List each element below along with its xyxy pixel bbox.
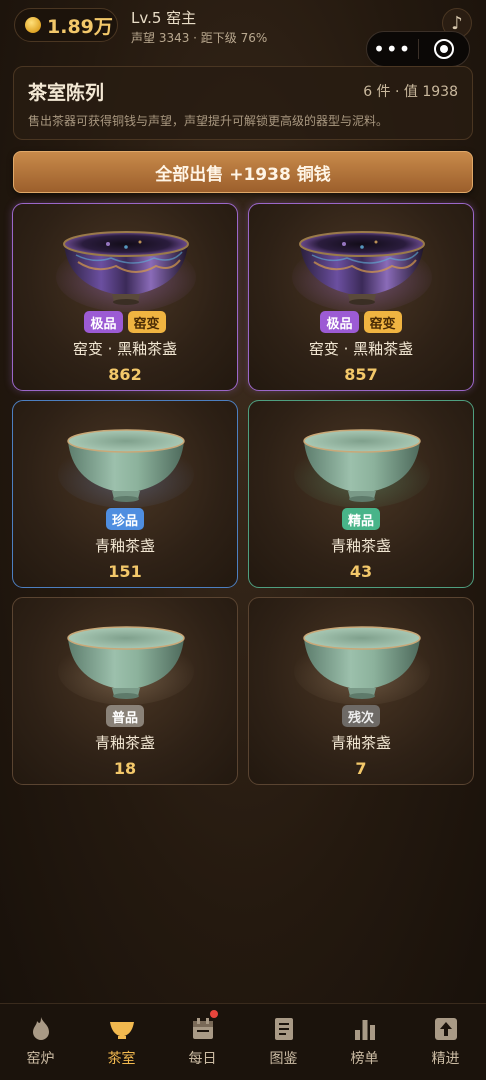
item-name: 青釉茶盏 xyxy=(330,537,391,555)
coin-icon xyxy=(25,17,41,33)
display-stats: 6 件 · 值 1938 xyxy=(363,84,458,100)
flame-icon xyxy=(28,1016,54,1042)
level-title: Lv.5 窑主 xyxy=(131,9,197,27)
bar-chart-icon xyxy=(352,1016,378,1042)
item-price: 7 xyxy=(355,759,367,778)
calendar-icon xyxy=(190,1016,216,1042)
item-price: 151 xyxy=(108,562,142,581)
bottom-nav: 窑炉 茶室 每日 图鉴 榜单 精进 xyxy=(0,1003,486,1080)
teahouse-info-card: 茶室陈列 6 件 · 值 1938 售出茶器可获得铜钱与声望，声望提升可解锁更高… xyxy=(13,66,473,140)
tea-bowl-image xyxy=(292,616,432,706)
close-target-icon xyxy=(433,39,454,59)
badge-row: 普品 xyxy=(13,705,237,727)
tea-bowl-image xyxy=(292,222,432,312)
nav-tab-3[interactable]: 图鉴 xyxy=(243,1004,324,1080)
item-price: 18 xyxy=(113,759,137,778)
nav-label: 榜单 xyxy=(350,1051,379,1067)
badge-row: 极品 窑变 xyxy=(249,311,473,333)
item-name: 青釉茶盏 xyxy=(330,734,391,752)
coin-amount: 1.89万 xyxy=(47,15,113,38)
kiln-change-badge: 窑变 xyxy=(127,311,166,333)
close-miniprogram-button[interactable] xyxy=(418,39,469,59)
tea-bowl-card[interactable]: 精品 青釉茶盏 43 xyxy=(248,400,474,588)
item-name: 窑变 · 黑釉茶盏 xyxy=(308,340,414,358)
nav-tab-5[interactable]: 精进 xyxy=(405,1004,486,1080)
upgrade-icon xyxy=(433,1016,459,1042)
book-icon xyxy=(271,1016,297,1042)
nav-label: 图鉴 xyxy=(269,1051,298,1067)
page-title: 茶室陈列 xyxy=(28,82,105,104)
sell-all-button[interactable]: 全部出售 +1938 铜钱 xyxy=(13,151,473,193)
item-name: 青釉茶盏 xyxy=(94,734,155,752)
quality-badge: 极品 xyxy=(84,311,123,333)
tea-bowl-card[interactable]: 残次 青釉茶盏 7 xyxy=(248,597,474,785)
top-bar: 1.89万 Lv.5 窑主 声望 3343 · 距下级 76% ♪ ••• xyxy=(0,0,486,67)
tea-bowl-image xyxy=(56,222,196,312)
quality-badge: 精品 xyxy=(341,508,380,530)
tea-bowl-card[interactable]: 普品 青釉茶盏 18 xyxy=(12,597,238,785)
item-price: 857 xyxy=(344,365,378,384)
nav-label: 每日 xyxy=(188,1051,217,1067)
tea-bowl-card[interactable]: 极品 窑变 窑变 · 黑釉茶盏 857 xyxy=(248,203,474,391)
badge-row: 精品 xyxy=(249,508,473,530)
reputation-progress: 声望 3343 · 距下级 76% xyxy=(131,31,268,45)
item-name: 窑变 · 黑釉茶盏 xyxy=(72,340,178,358)
item-price: 43 xyxy=(349,562,373,581)
coin-balance[interactable]: 1.89万 xyxy=(14,8,118,42)
miniprogram-capsule: ••• xyxy=(366,31,470,67)
badge-row: 极品 窑变 xyxy=(13,311,237,333)
nav-tab-1[interactable]: 茶室 xyxy=(81,1004,162,1080)
quality-badge: 珍品 xyxy=(105,508,144,530)
nav-tab-0[interactable]: 窑炉 xyxy=(0,1004,81,1080)
tea-bowl-image xyxy=(292,419,432,509)
nav-tab-4[interactable]: 榜单 xyxy=(324,1004,405,1080)
info-description: 售出茶器可获得铜钱与声望，声望提升可解锁更高级的器型与泥料。 xyxy=(28,114,389,128)
nav-tab-2[interactable]: 每日 xyxy=(162,1004,243,1080)
tea-bowl-image xyxy=(56,616,196,706)
tea-bowl-card[interactable]: 珍品 青釉茶盏 151 xyxy=(12,400,238,588)
quality-badge: 残次 xyxy=(341,705,380,727)
badge-row: 残次 xyxy=(249,705,473,727)
badge-row: 珍品 xyxy=(13,508,237,530)
item-price: 862 xyxy=(108,365,142,384)
tea-bowl-image xyxy=(56,419,196,509)
nav-label: 窑炉 xyxy=(26,1051,55,1067)
kiln-change-badge: 窑变 xyxy=(363,311,402,333)
teacup-icon xyxy=(109,1016,135,1042)
nav-label: 茶室 xyxy=(107,1051,136,1067)
notification-dot xyxy=(210,1010,218,1018)
item-name: 青釉茶盏 xyxy=(94,537,155,555)
tea-bowl-card[interactable]: 极品 窑变 窑变 · 黑釉茶盏 862 xyxy=(12,203,238,391)
quality-badge: 极品 xyxy=(320,311,359,333)
nav-label: 精进 xyxy=(431,1051,460,1067)
quality-badge: 普品 xyxy=(105,705,144,727)
more-menu-icon[interactable]: ••• xyxy=(367,31,418,67)
